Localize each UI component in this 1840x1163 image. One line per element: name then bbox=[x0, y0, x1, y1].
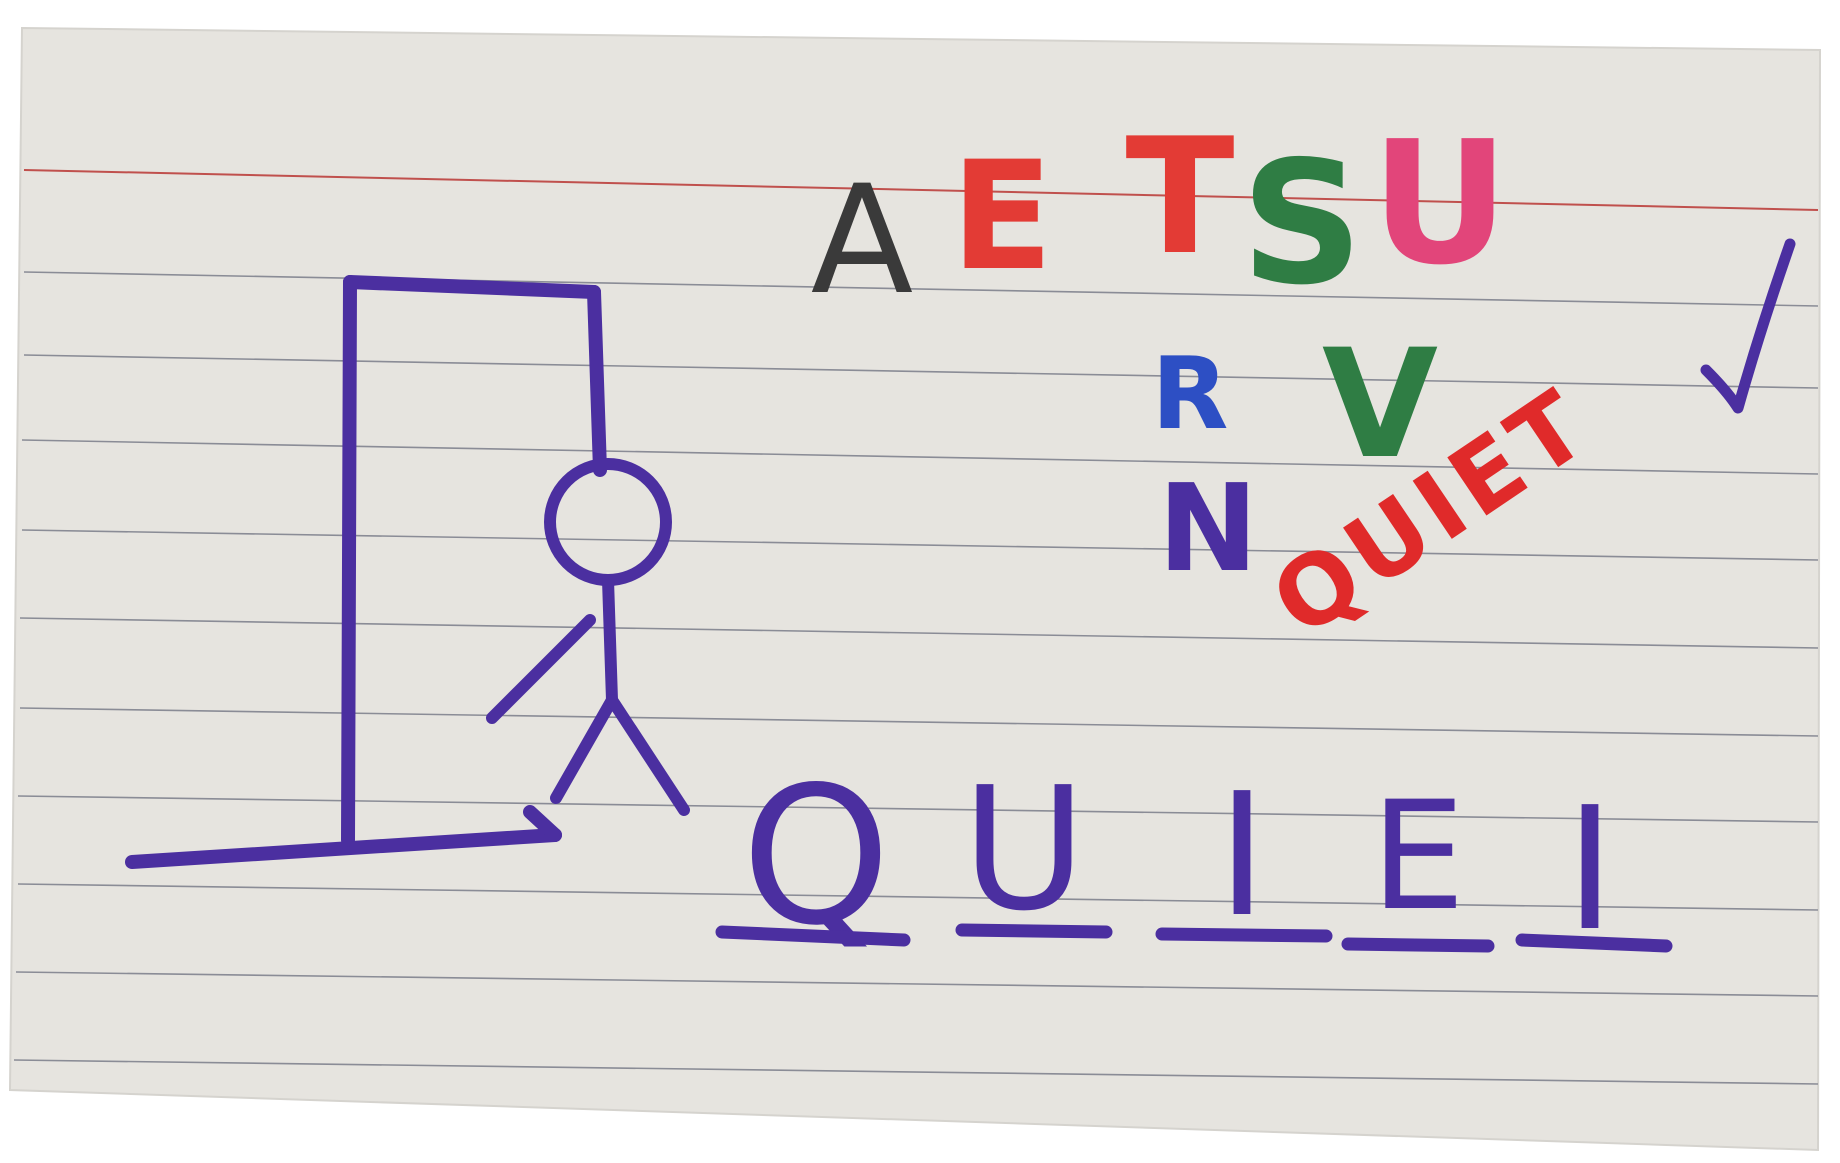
guessed-letter-r: R bbox=[1151, 335, 1228, 452]
slot-underline bbox=[715, 925, 911, 947]
gallows-post bbox=[341, 275, 357, 847]
index-card: A E T S U R V N QUIET Q U I E I bbox=[8, 26, 1822, 1152]
guessed-letter-a: A bbox=[811, 154, 914, 328]
figure-body bbox=[602, 574, 618, 706]
slot-underline bbox=[1155, 927, 1333, 943]
gallows-rope bbox=[587, 285, 607, 477]
card-paper bbox=[8, 26, 1822, 1152]
gallows-beam bbox=[343, 275, 601, 299]
word-slot: U bbox=[955, 751, 1113, 949]
slot-letter: U bbox=[962, 751, 1086, 949]
slot-underline bbox=[1341, 937, 1495, 953]
guessed-letter-t: T bbox=[1125, 103, 1234, 290]
guessed-letter-n: N bbox=[1158, 460, 1258, 599]
slot-underline bbox=[955, 923, 1113, 939]
guessed-letter-u: U bbox=[1371, 105, 1509, 303]
slot-letter: E bbox=[1371, 770, 1466, 944]
guessed-letter-e: E bbox=[951, 130, 1053, 304]
slot-underline bbox=[1515, 933, 1673, 953]
word-slot: Q bbox=[715, 746, 911, 967]
slot-letter: I bbox=[1217, 757, 1267, 955]
guessed-letter-s: S bbox=[1241, 125, 1363, 323]
